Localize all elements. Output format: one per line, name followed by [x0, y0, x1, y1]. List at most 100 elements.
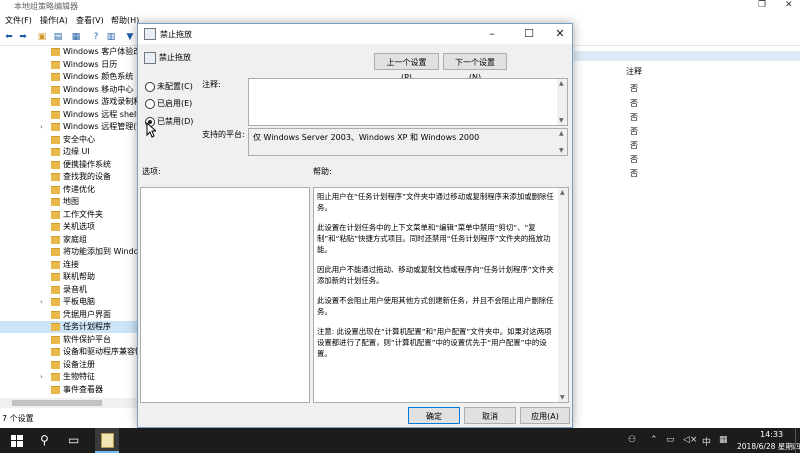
tree-item[interactable]: Windows 游戏录制和 [0, 96, 139, 108]
radio-circle[interactable] [145, 99, 155, 109]
previous-setting-button[interactable]: 上一个设置(P) [374, 53, 439, 82]
restore-icon[interactable]: ❐ [758, 0, 766, 10]
task-view-icon[interactable]: ▭ [68, 433, 79, 447]
tree-item[interactable]: 设备注册 [0, 359, 139, 371]
clock-date[interactable]: 2018/6/28 星期四 [737, 441, 800, 452]
window-controls: ❐ ✕ [700, 0, 800, 13]
help-text: 阻止用户在“任务计划程序”文件夹中通过移动或复制程序来添加或删除任务。 此设置在… [317, 191, 557, 368]
help-label: 帮助: [313, 167, 332, 176]
network-icon[interactable]: ▭ [666, 435, 675, 445]
tree-item-label: 联机帮助 [63, 272, 95, 281]
scrollbar-thumb[interactable] [12, 400, 102, 406]
tree-item[interactable]: 连接 [0, 259, 139, 271]
tree-item-label: 设备和驱动程序兼容性 [63, 347, 139, 356]
tree-item[interactable]: 软件保护平台 [0, 334, 139, 346]
tree-item[interactable]: Windows 日历 [0, 59, 139, 71]
menu-file[interactable]: 文件(F) [5, 15, 32, 26]
menu-view[interactable]: 查看(V) [76, 15, 104, 26]
tree-item-label: 工作文件夹 [63, 209, 103, 219]
tree-item[interactable]: 地图 [0, 196, 139, 208]
show-hide-tree-icon[interactable]: ▤ [52, 31, 64, 43]
help-paragraph: 因此用户不能通过拖动、移动或复制文档或程序向“任务计划程序”文件夹添加新的计划任… [317, 265, 554, 285]
radio-label: 未配置(C) [157, 82, 193, 91]
tree-item[interactable]: 录音机 [0, 284, 139, 296]
menu-action[interactable]: 操作(A) [40, 15, 68, 26]
tree-item[interactable]: › Windows 远程管理(W [0, 121, 139, 133]
show-desktop-button[interactable] [795, 428, 798, 453]
keyboard-icon[interactable]: ▦ [719, 435, 728, 445]
tree-item[interactable]: 安全中心 [0, 134, 139, 146]
column-header-comment[interactable]: 注释 [626, 66, 642, 77]
tree-item[interactable]: Windows 客户体验改 [0, 46, 139, 58]
tree-item-label: 便携操作系统 [63, 159, 111, 169]
tree-item[interactable]: Windows 移动中心 [0, 84, 139, 96]
tree-item[interactable]: 便携操作系统 [0, 159, 139, 171]
tree-item-label: 安全中心 [63, 134, 95, 144]
properties-icon[interactable]: ▥ [105, 31, 117, 43]
tree-item[interactable]: 查找我的设备 [0, 171, 139, 183]
minimize-icon[interactable]: – [482, 27, 502, 40]
tree-item[interactable]: 关机选项 [0, 221, 139, 233]
tree-item-label: 关机选项 [63, 222, 95, 231]
close-icon[interactable]: ✕ [785, 0, 793, 10]
tree-item[interactable]: 任务计划程序 [0, 321, 139, 333]
folder-icon [51, 185, 60, 194]
policy-setting-dialog: 禁止拖放 – ☐ ✕ 禁止拖放 上一个设置(P) 下一个设置(N) 未配置(C)… [137, 23, 573, 428]
tree-item[interactable]: Windows 远程 shell [0, 109, 139, 121]
volume-muted-icon[interactable]: ◁× [683, 435, 697, 445]
tree-horizontal-scrollbar[interactable] [0, 398, 139, 408]
radio-circle[interactable] [145, 82, 155, 92]
taskbar-app-group-policy[interactable] [95, 428, 119, 453]
help-book-icon[interactable]: ? [90, 31, 102, 43]
cancel-button[interactable]: 取消 [464, 407, 516, 424]
note-cell: 否 [630, 141, 638, 150]
ok-button[interactable]: 确定 [408, 407, 460, 424]
tree-item[interactable]: Windows 颜色系统 [0, 71, 139, 83]
tree-item[interactable]: 事件查看器 [0, 384, 139, 396]
tree-item[interactable]: 联机帮助 [0, 271, 139, 283]
setting-name: 禁止拖放 [159, 53, 191, 62]
tree-item-label: 凭据用户界面 [63, 309, 111, 319]
apply-button[interactable]: 应用(A) [520, 407, 570, 424]
clock-time[interactable]: 14:33 [760, 430, 783, 439]
ime-indicator[interactable]: 中 [702, 435, 711, 448]
tree-item-label: 平板电脑 [63, 297, 95, 306]
tree-item[interactable]: 边缘 UI [0, 146, 139, 158]
tree-item[interactable]: 将功能添加到 Windov [0, 246, 139, 258]
folder-icon [51, 148, 60, 156]
chevron-up-icon[interactable]: ⌃ [650, 435, 658, 445]
window-title: 本地组策略编辑器 [14, 2, 78, 11]
chevron-right-icon[interactable]: › [40, 371, 43, 383]
back-arrow-icon[interactable]: ⬅ [3, 31, 15, 43]
note-cell: 否 [630, 84, 638, 93]
comment-textarea[interactable]: ▲ ▼ [248, 78, 568, 126]
supported-scrollbar[interactable]: ▲ ▼ [557, 129, 567, 155]
people-icon[interactable]: ⚇ [628, 435, 636, 445]
help-paragraph: 阻止用户在“任务计划程序”文件夹中通过移动或复制程序来添加或删除任务。 [317, 192, 554, 212]
tree-item[interactable]: 家庭组 [0, 234, 139, 246]
supported-platform-box: 仅 Windows Server 2003、Windows XP 和 Windo… [248, 128, 568, 156]
tree-item[interactable]: › 生物特征 [0, 371, 139, 383]
maximize-icon[interactable]: ☐ [519, 27, 539, 40]
tree-item[interactable]: › 平板电脑 [0, 296, 139, 308]
forward-arrow-icon[interactable]: ➡ [17, 31, 29, 43]
chevron-right-icon[interactable]: › [40, 121, 43, 133]
tree-item[interactable]: 传递优化 [0, 184, 139, 196]
filter-icon[interactable]: ▼ [124, 31, 136, 43]
menu-help[interactable]: 帮助(H) [111, 15, 139, 26]
close-icon[interactable]: ✕ [550, 27, 570, 40]
tree-item[interactable]: 工作文件夹 [0, 209, 139, 221]
next-setting-button[interactable]: 下一个设置(N) [443, 53, 507, 82]
export-list-icon[interactable]: ▦ [70, 31, 82, 43]
help-scrollbar[interactable]: ▲ ▼ [558, 188, 568, 402]
taskbar: ⚲ ▭ ⚇ ⌃ ▭ ◁× 中 ▦ 14:33 2018/6/28 星期四 [0, 428, 800, 453]
tree-item[interactable]: 凭据用户界面 [0, 309, 139, 321]
tree-item-label: Windows 日历 [63, 59, 118, 69]
tree-item[interactable]: 设备和驱动程序兼容性 [0, 346, 139, 358]
note-cell: 否 [630, 99, 638, 108]
folder-up-icon[interactable]: ▣ [36, 31, 48, 43]
windows-start-icon[interactable] [11, 435, 23, 447]
search-icon[interactable]: ⚲ [40, 433, 49, 447]
chevron-right-icon[interactable]: › [40, 296, 43, 308]
comment-scrollbar[interactable]: ▲ ▼ [557, 79, 567, 125]
